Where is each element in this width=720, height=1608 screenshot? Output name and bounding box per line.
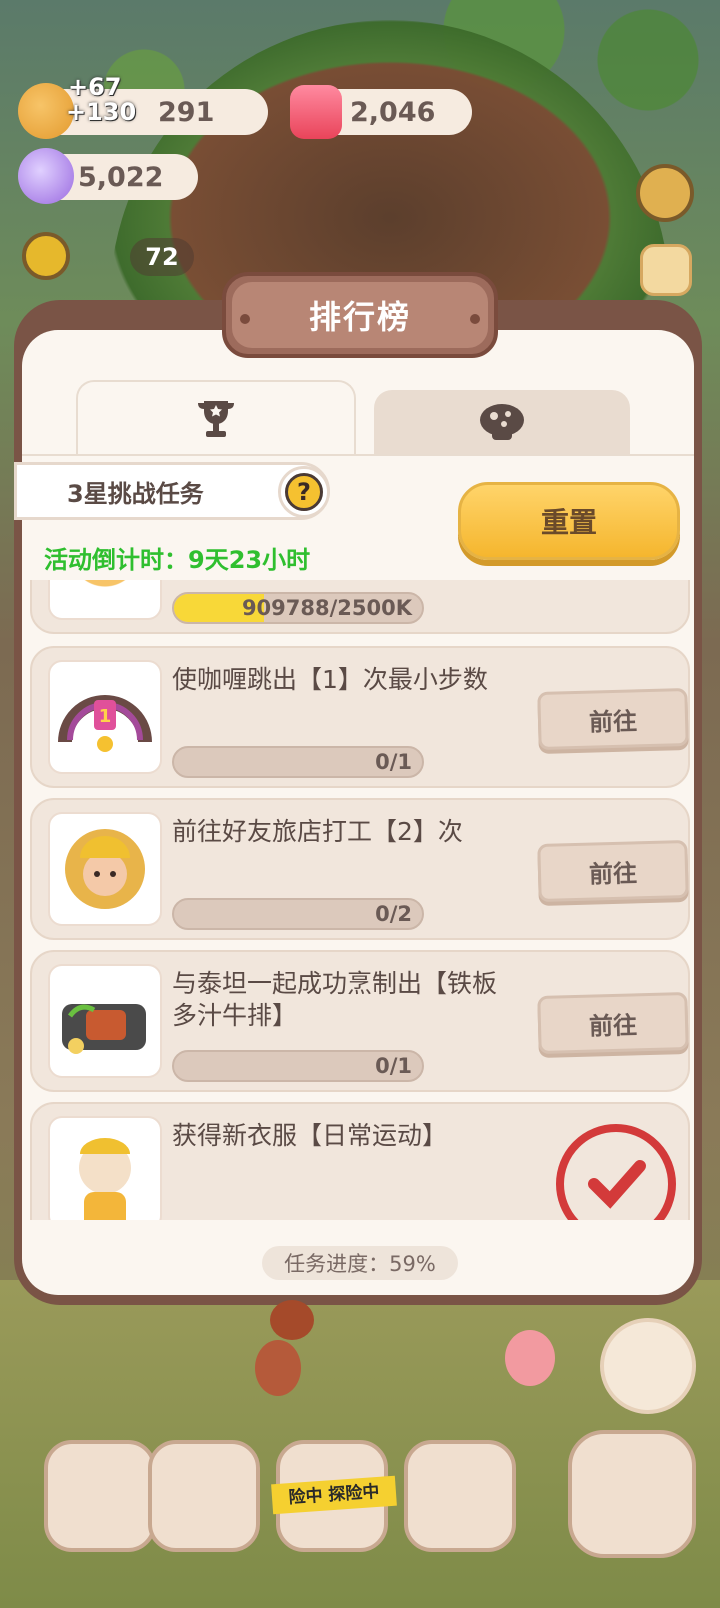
task-title: 获得新衣服【日常运动】: [172, 1121, 448, 1150]
task-title: 使咖喱跳出【1】次最小步数: [172, 665, 488, 694]
panel-title: 排行榜: [308, 298, 411, 336]
purple-crystal-icon: [18, 148, 74, 204]
mushroom-icon: [480, 404, 524, 440]
explore-tag: 险中 探险中: [271, 1475, 397, 1515]
svg-text:1: 1: [99, 706, 112, 727]
level-badge: 72: [130, 238, 194, 276]
go-button[interactable]: 前往: [537, 688, 689, 750]
go-button[interactable]: 前往: [537, 992, 689, 1054]
question-icon: ?: [285, 473, 323, 511]
red-gem-icon: [290, 85, 342, 139]
task-list[interactable]: 909788/2500K 1 使咖喱跳出【1】次最小步数 0/1 前往 前往好友…: [30, 580, 690, 1220]
cookie-medal-icon: [48, 580, 162, 620]
settings-gear-icon[interactable]: [636, 164, 694, 222]
task-card: 前往好友旅店打工【2】次 0/2 前往: [30, 798, 690, 940]
gem-counter[interactable]: 2,046: [290, 85, 472, 139]
sun-icon[interactable]: [22, 232, 70, 280]
reset-button[interactable]: 重置: [458, 482, 680, 560]
stamp-card-icon[interactable]: [640, 244, 692, 296]
task-card: 1 使咖喱跳出【1】次最小步数 0/1 前往: [30, 646, 690, 788]
cookie-gain-1: +67: [68, 73, 122, 101]
task-progress-bar: 0/1: [172, 1050, 424, 1082]
steak-icon: [48, 964, 162, 1078]
pet-icon[interactable]: [568, 1430, 696, 1558]
trophy-icon: [198, 401, 234, 437]
help-button[interactable]: ?: [278, 466, 330, 518]
task-progress-bar: 0/1: [172, 746, 424, 778]
tab-trophy[interactable]: [76, 380, 356, 456]
event-countdown: 活动倒计时：9天23小时: [44, 546, 311, 574]
tab-mushroom[interactable]: [374, 390, 630, 454]
completed-stamp-icon: [556, 1124, 676, 1220]
task-card: 与泰坦一起成功烹制出【铁板多汁牛排】 0/1 前往: [30, 950, 690, 1092]
explore-icon[interactable]: 险中 探险中: [271, 1440, 397, 1552]
task-title: 前往好友旅店打工【2】次: [172, 817, 463, 846]
task-progress-bar: 909788/2500K: [172, 592, 424, 624]
outfit-icon: [48, 1116, 162, 1220]
cookie-counter[interactable]: 291: [18, 83, 268, 139]
crystal-counter[interactable]: 5,022: [18, 148, 198, 204]
character-sprite: [255, 1340, 301, 1396]
character-sprite: [505, 1330, 555, 1386]
task-card: 获得新衣服【日常运动】: [30, 1102, 690, 1220]
recipe-book-icon[interactable]: [148, 1440, 260, 1552]
rank-badge-icon: 1: [48, 660, 162, 774]
character-sprite: [270, 1300, 314, 1340]
house-icon[interactable]: [44, 1440, 156, 1552]
worker-icon: [48, 812, 162, 926]
task-title: 与泰坦一起成功烹制出【铁板多汁牛排】: [172, 969, 498, 1030]
go-button[interactable]: 前往: [537, 840, 689, 902]
shop-icon[interactable]: [404, 1440, 516, 1552]
task-card: 909788/2500K: [30, 580, 690, 634]
task-progress-summary: 任务进度：59%: [262, 1246, 458, 1280]
cookie-gain-2: +130: [66, 98, 137, 126]
panel-title-plate: 排行榜: [222, 272, 498, 358]
task-progress-bar: 0/2: [172, 898, 424, 930]
pet-bubble-icon[interactable]: [600, 1318, 696, 1414]
